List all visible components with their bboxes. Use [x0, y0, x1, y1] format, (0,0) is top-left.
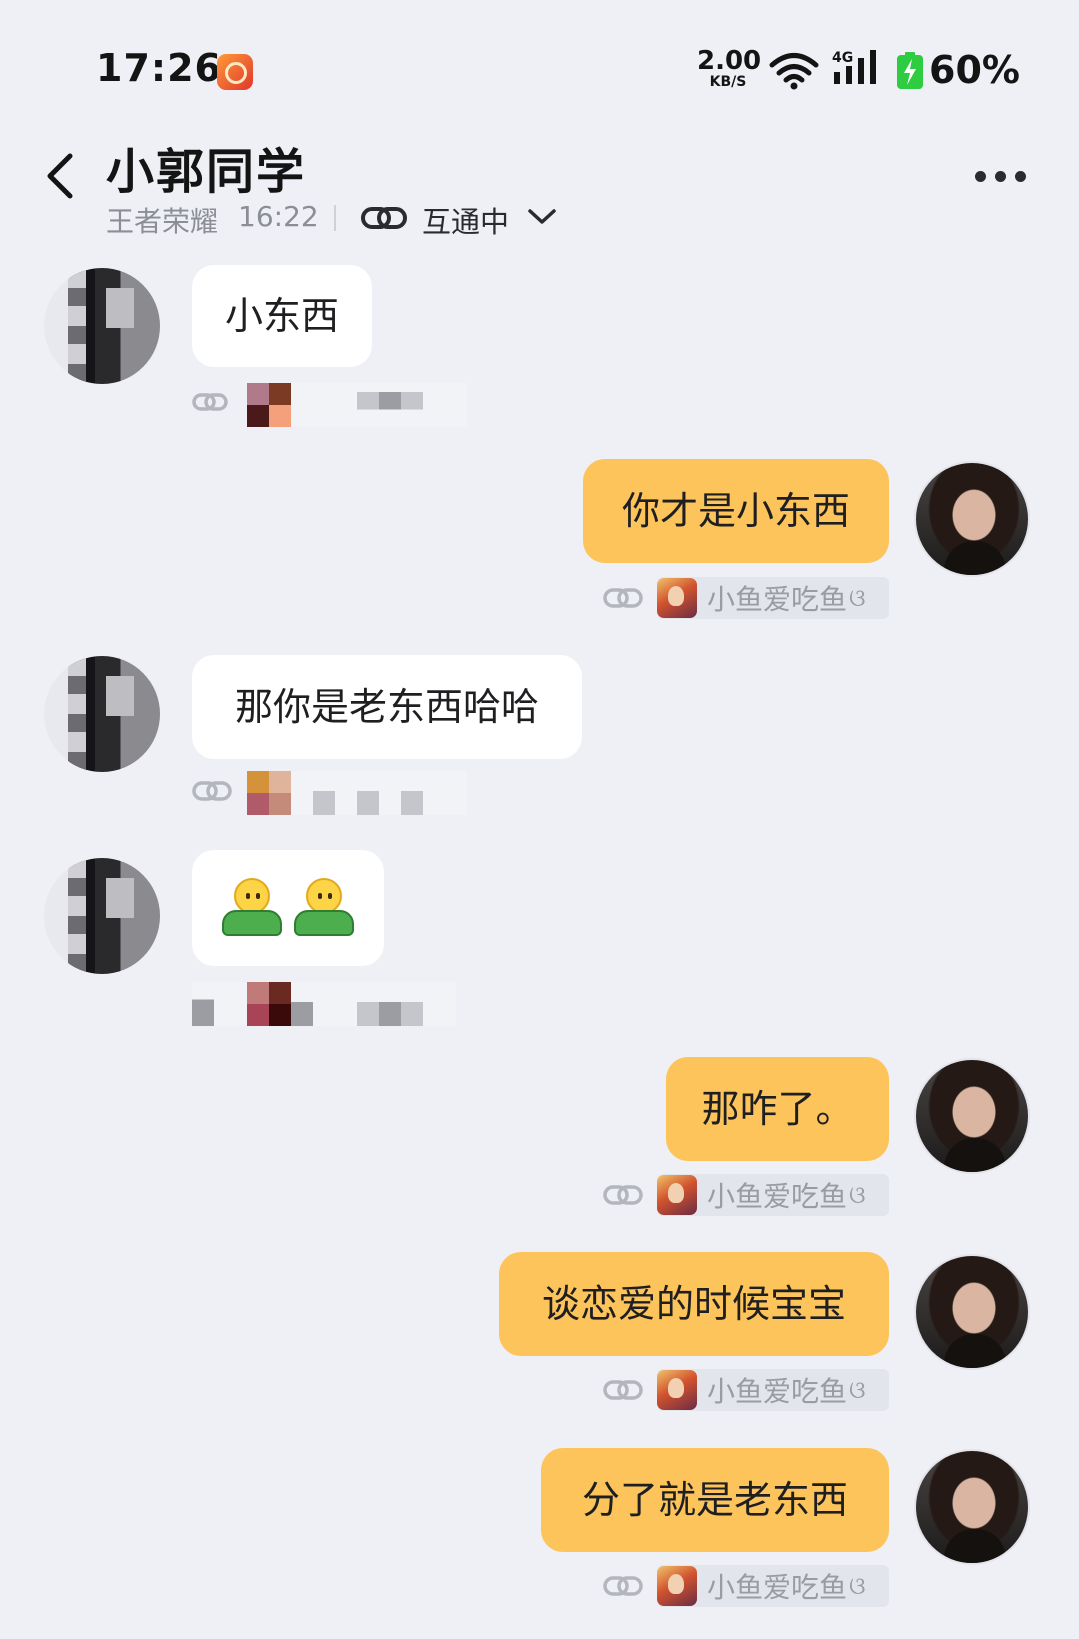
status-time: 17:26 [96, 46, 222, 90]
rank-mark-icon: ଓ [849, 1181, 866, 1209]
message-bubble[interactable]: 小东西 [192, 265, 372, 367]
blurred-player-tag [247, 771, 467, 815]
contact-avatar[interactable] [44, 656, 160, 772]
message-text: 谈恋爱的时候宝宝 [541, 1282, 846, 1326]
player-name: 小鱼爱吃鱼 [707, 1571, 848, 1604]
wifi-icon [769, 53, 819, 90]
my-avatar[interactable] [914, 1254, 1030, 1370]
rank-mark-icon: ଓ [849, 1572, 866, 1600]
app-notification-icon [217, 54, 253, 90]
message-bubble[interactable]: 谈恋爱的时候宝宝 [499, 1252, 889, 1356]
my-avatar[interactable] [914, 461, 1030, 577]
player-tag[interactable]: 小鱼爱吃鱼 ଓ [657, 1369, 889, 1411]
mutual-status-label[interactable]: 互通中 [422, 199, 509, 241]
player-tag[interactable]: 小鱼爱吃鱼 ଓ [657, 1174, 889, 1216]
message-text: 那咋了。 [701, 1087, 854, 1131]
link-icon [603, 1380, 643, 1400]
link-icon[interactable] [360, 202, 408, 234]
game-name: 王者荣耀 [106, 205, 219, 238]
player-name: 小鱼爱吃鱼 [707, 1180, 848, 1213]
standing-person-emoji [219, 878, 285, 938]
last-online-time: 16:22 [238, 200, 319, 233]
hero-avatar-icon [657, 578, 697, 618]
network-speed: 2.00 KB/S [697, 46, 762, 90]
message-bubble[interactable]: 那咋了。 [666, 1057, 889, 1161]
message-text: 小东西 [224, 294, 339, 338]
message-text: 你才是小东西 [621, 489, 850, 533]
back-arrow-icon[interactable] [42, 152, 76, 200]
blurred-player-tag [247, 383, 467, 427]
message-bubble[interactable]: 那你是老东西哈哈 [192, 655, 582, 759]
contact-avatar[interactable] [44, 858, 160, 974]
blurred-player-tag [192, 982, 456, 1026]
link-icon [603, 1185, 643, 1205]
hero-avatar-icon [657, 1566, 697, 1606]
message-text: 那你是老东西哈哈 [234, 685, 539, 729]
player-tag[interactable]: 小鱼爱吃鱼 ଓ [657, 1565, 889, 1607]
battery-percent: 60% [929, 48, 1020, 92]
cell-network-label: 4G [832, 50, 854, 66]
link-icon [603, 588, 643, 608]
contact-avatar[interactable] [44, 268, 160, 384]
rank-mark-icon: ଓ [849, 1376, 866, 1404]
network-speed-value: 2.00 [697, 46, 762, 76]
chevron-down-icon[interactable] [527, 208, 557, 226]
message-bubble[interactable] [192, 850, 384, 966]
message-bubble[interactable]: 你才是小东西 [583, 459, 889, 563]
link-icon [192, 393, 228, 411]
standing-person-emoji [291, 878, 357, 938]
my-avatar[interactable] [914, 1058, 1030, 1174]
cellular-signal-icon: 4G [830, 50, 888, 90]
subtitle-divider [334, 205, 336, 231]
message-bubble[interactable]: 分了就是老东西 [541, 1448, 889, 1552]
chat-title: 小郭同学 [106, 144, 307, 200]
battery-charging-icon [897, 52, 923, 90]
message-text: 分了就是老东西 [581, 1478, 848, 1522]
player-name: 小鱼爱吃鱼 [707, 1375, 848, 1408]
my-avatar[interactable] [914, 1449, 1030, 1565]
player-tag[interactable]: 小鱼爱吃鱼 ଓ [657, 577, 889, 619]
network-speed-unit: KB/S [709, 74, 747, 90]
player-name: 小鱼爱吃鱼 [707, 583, 848, 616]
hero-avatar-icon [657, 1370, 697, 1410]
link-icon [192, 781, 232, 801]
link-icon [603, 1576, 643, 1596]
more-options-icon[interactable] [975, 171, 1027, 183]
hero-avatar-icon [657, 1175, 697, 1215]
rank-mark-icon: ଓ [849, 584, 866, 612]
